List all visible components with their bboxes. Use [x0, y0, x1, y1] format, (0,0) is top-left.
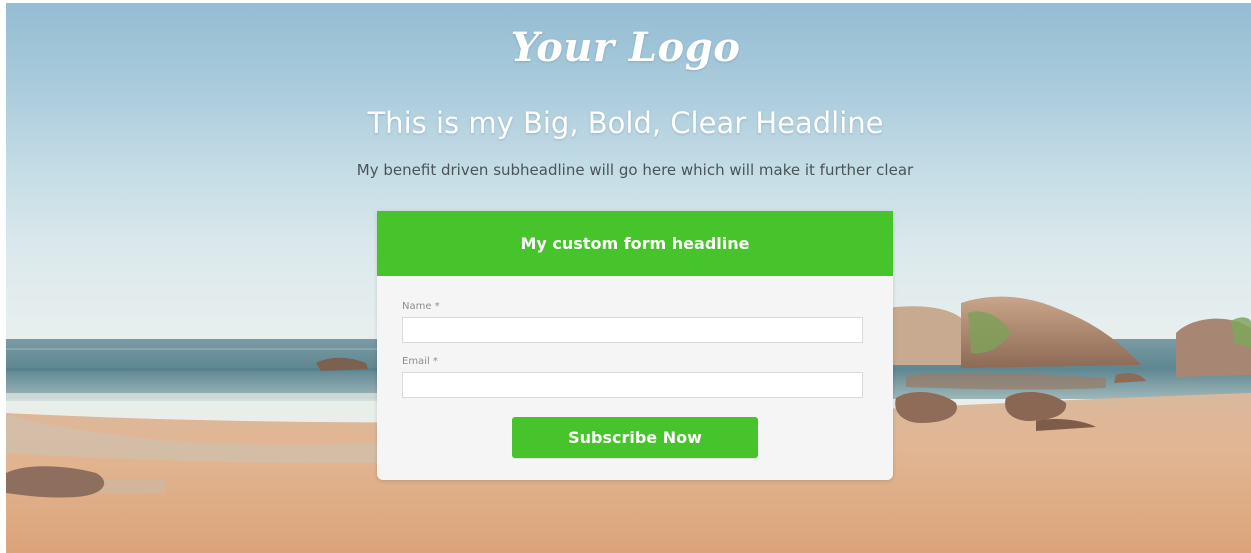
signup-form: My custom form headline Name * Email * S… [377, 211, 893, 480]
site-logo: Your Logo [510, 24, 741, 71]
page-subheadline: My benefit driven subheadline will go he… [356, 161, 914, 179]
form-headline: My custom form headline [377, 211, 893, 276]
landing-page: Your Logo This is my Big, Bold, Clear He… [0, 0, 1251, 553]
email-input[interactable] [402, 372, 863, 398]
subscribe-button[interactable]: Subscribe Now [512, 417, 758, 458]
name-input[interactable] [402, 317, 863, 343]
name-field-label: Name * [402, 301, 440, 312]
page-headline: This is my Big, Bold, Clear Headline [367, 106, 884, 140]
email-field-label: Email * [402, 356, 438, 367]
